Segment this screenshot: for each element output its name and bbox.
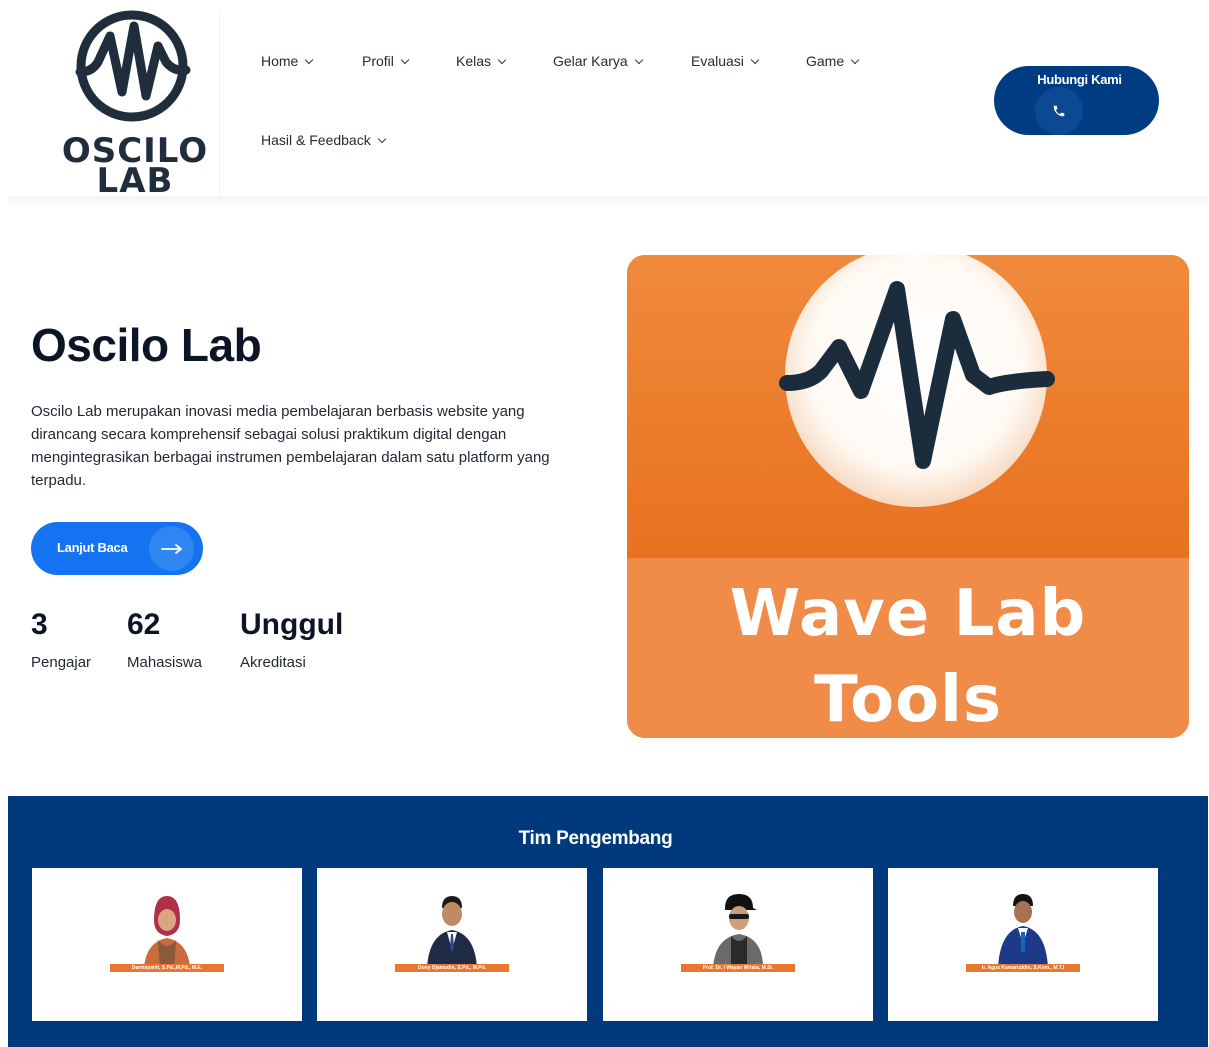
- header-divider: [219, 10, 220, 196]
- chevron-down-icon: [750, 55, 760, 64]
- nav-item-profil[interactable]: Profil: [362, 53, 410, 69]
- nav-item-home[interactable]: Home: [261, 53, 314, 69]
- read-more-button[interactable]: Lanjut Baca: [31, 522, 203, 575]
- nav-label: Gelar Karya: [553, 53, 628, 69]
- phone-icon[interactable]: [1035, 87, 1083, 135]
- stat-value-mahasiswa: 62: [127, 608, 161, 641]
- arrow-right-icon: [149, 526, 194, 571]
- waveform-circle-icon: [75, 10, 191, 122]
- header-shadow: [8, 196, 1208, 206]
- nav-item-evaluasi[interactable]: Evaluasi: [691, 53, 760, 69]
- site-header: OSCILO LAB Home Profil Kelas Gelar Karya…: [0, 0, 1209, 198]
- nav-item-game[interactable]: Game: [806, 53, 860, 69]
- person-photo: [713, 894, 763, 968]
- team-card[interactable]: Darmayanti, S.Pd.,M.Pd., M.E.: [32, 868, 302, 1021]
- stat-label-pengajar: Pengajar: [31, 654, 92, 671]
- nav-label: Evaluasi: [691, 53, 744, 69]
- chevron-down-icon: [850, 55, 860, 64]
- nav-item-hasil-feedback[interactable]: Hasil & Feedback: [261, 132, 386, 148]
- contact-button-label: Hubungi Kami: [1037, 72, 1122, 87]
- nav-item-gelar-karya[interactable]: Gelar Karya: [553, 53, 643, 69]
- image-text-line-1: Wave Lab: [729, 577, 1087, 651]
- member-name: Prof. Dr. I Wayan Wirata, M.Si.: [681, 964, 795, 972]
- nav-item-kelas[interactable]: Kelas: [456, 53, 507, 69]
- waveform-icon: [779, 281, 1055, 469]
- member-name: Ir. Agus Kamaruddin, S.Kom., M.T.I: [966, 964, 1080, 972]
- stat-label-mahasiswa: Mahasiswa: [127, 654, 203, 671]
- person-photo: [427, 896, 477, 968]
- chevron-down-icon: [305, 55, 314, 64]
- person-photo: [998, 894, 1048, 968]
- image-text-line-2: Tools: [813, 663, 1003, 737]
- nav-label: Game: [806, 53, 845, 69]
- chevron-down-icon: [634, 55, 643, 64]
- hero-description: Oscilo Lab merupakan inovasi media pembe…: [31, 403, 550, 489]
- nav-label: Hasil & Feedback: [261, 132, 371, 148]
- stat-value-pengajar: 3: [31, 608, 48, 641]
- team-section: Tim Pengembang Darmayanti, S.Pd.,M.Pd., …: [8, 796, 1208, 1047]
- chevron-down-icon: [377, 134, 386, 143]
- team-card[interactable]: Dony Djamudin, S.Pd., M.Pd.: [317, 868, 587, 1021]
- team-card[interactable]: Ir. Agus Kamaruddin, S.Kom., M.T.I: [888, 868, 1158, 1021]
- stat-label-akreditasi: Akreditasi: [240, 654, 306, 671]
- wave-lab-tools-image: Wave Lab Tools: [627, 255, 1189, 738]
- chevron-down-icon: [400, 55, 410, 64]
- logo-wordmark: OSCILO LAB: [52, 134, 218, 198]
- person-photo: [144, 896, 190, 968]
- team-title: Tim Pengembang: [518, 828, 673, 849]
- member-name: Dony Djamudin, S.Pd., M.Pd.: [395, 964, 509, 972]
- nav-label: Profil: [362, 53, 394, 69]
- read-more-label: Lanjut Baca: [57, 540, 128, 555]
- chevron-down-icon: [497, 55, 507, 64]
- nav-label: Home: [261, 53, 299, 69]
- team-card[interactable]: Prof. Dr. I Wayan Wirata, M.Si.: [603, 868, 873, 1021]
- nav-label: Kelas: [456, 53, 492, 69]
- oscilo-lab-logo[interactable]: OSCILO LAB: [52, 8, 218, 198]
- member-name: Darmayanti, S.Pd.,M.Pd., M.E.: [110, 964, 224, 972]
- hero-title: Oscilo Lab: [31, 319, 262, 371]
- stat-value-akreditasi: Unggul: [240, 608, 344, 641]
